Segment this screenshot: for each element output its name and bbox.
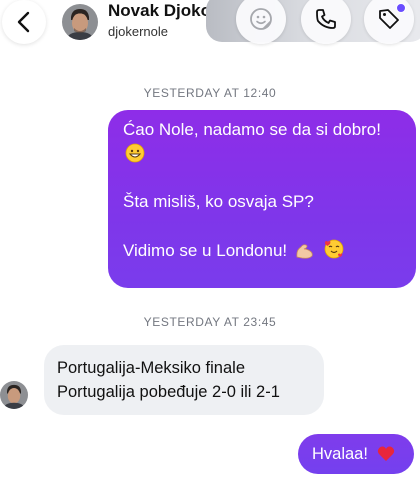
sticker-icon bbox=[250, 8, 272, 30]
sender-avatar[interactable] bbox=[0, 381, 28, 409]
contact-avatar[interactable] bbox=[62, 4, 98, 40]
smiling-face-with-hearts-icon bbox=[324, 239, 344, 259]
back-button[interactable] bbox=[2, 0, 46, 44]
message-line: Šta misliš, ko osvaja SP? bbox=[123, 190, 404, 214]
timestamp: YESTERDAY AT 12:40 bbox=[143, 86, 277, 100]
message-line: Ćao Nole, nadamo se da si dobro! bbox=[123, 118, 404, 142]
message-text: Hvalaa! bbox=[312, 445, 368, 463]
contact-handle[interactable]: djokernole bbox=[108, 24, 168, 39]
grinning-face-icon bbox=[125, 143, 145, 163]
message-text: Ćao Nole, nadamo se da si dobro! bbox=[123, 120, 381, 139]
message-line: Vidimo se u Londonu! bbox=[123, 238, 404, 263]
timestamp: YESTERDAY AT 23:45 bbox=[143, 315, 277, 329]
incoming-message[interactable]: Portugalija-Meksiko finale Portugalija p… bbox=[44, 345, 324, 415]
flexed-biceps-icon bbox=[296, 244, 313, 259]
phone-icon bbox=[316, 9, 336, 29]
message-text: Portugalija-Meksiko finale bbox=[57, 359, 246, 377]
red-heart-icon bbox=[377, 446, 394, 461]
chevron-left-icon bbox=[17, 11, 30, 33]
emoji-line bbox=[123, 142, 404, 166]
outgoing-message[interactable]: Ćao Nole, nadamo se da si dobro! Šta mis… bbox=[108, 110, 416, 288]
chat-header: Novak Djoko... djokernole bbox=[0, 0, 420, 54]
message-text: Portugalija pobeđuje 2-0 ili 2-1 bbox=[57, 383, 280, 401]
message-text: Vidimo se u Londonu! bbox=[123, 241, 288, 260]
outgoing-message[interactable]: Hvalaa! bbox=[298, 434, 414, 474]
notification-dot bbox=[396, 3, 406, 13]
message-text: Šta misliš, ko osvaja SP? bbox=[123, 192, 314, 211]
